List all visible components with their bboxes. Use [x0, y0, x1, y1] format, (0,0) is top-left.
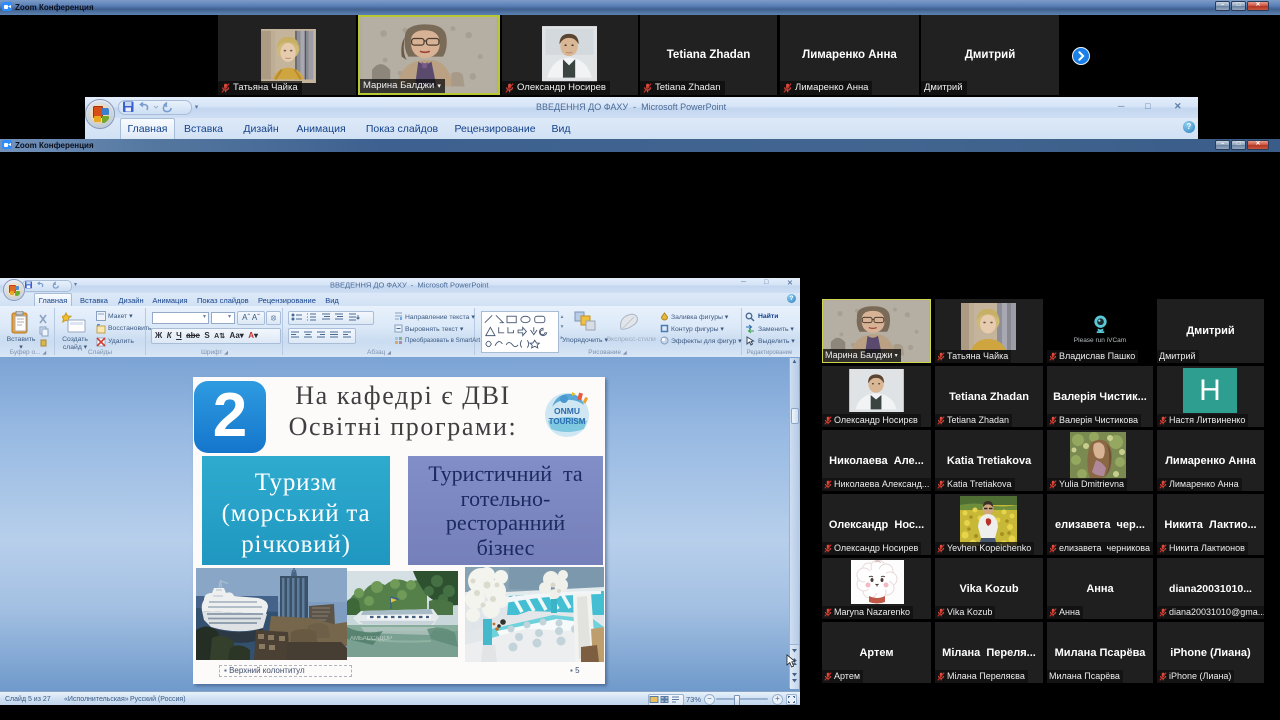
svg-text:TOURISM: TOURISM: [549, 417, 586, 426]
svg-text:АМБАССАДОР: АМБАССАДОР: [350, 636, 392, 642]
svg-text:ONMU: ONMU: [554, 406, 580, 416]
